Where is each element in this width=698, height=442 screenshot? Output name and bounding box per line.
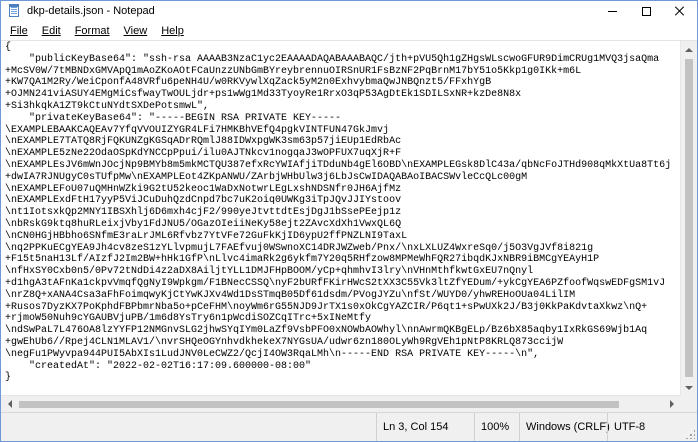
text-line: +rjmoW50Nuh9cYGAUBVjuPB/1m6d8YsTry6n1pWc… <box>5 313 372 325</box>
arrow-down-icon <box>685 385 693 390</box>
text-line: \nEXAMPLEFoU07uQMHnWZki9G2tU52keoc1WaDxN… <box>5 183 402 195</box>
menu-view[interactable]: View <box>117 22 155 40</box>
minimize-icon <box>607 10 617 12</box>
status-bar: Ln 3, Col 154 100% Windows (CRLF) UTF-8 <box>1 412 697 441</box>
cursor-position: Ln 3, Col 154 <box>376 413 474 441</box>
arrow-right-icon <box>669 400 674 408</box>
text-line: \nq2PPKuECgYEA9Jh4cv8zeS1zYLlvpmujL7FAEf… <box>5 242 594 254</box>
notepad-window: dkp-details.json - Notepad File Edit For… <box>0 0 698 442</box>
text-line: \negFu1PWyvpa944PUI5AbXIs1LudJNV0LeCWZ2/… <box>5 348 540 360</box>
text-line: \EXAMPLEBAAKCAQEAv7YfqVVOUIZYGR4LFi7HMKB… <box>5 124 390 136</box>
scroll-up-button[interactable] <box>681 41 697 58</box>
maximize-button[interactable] <box>629 1 663 21</box>
text-line: +KW7QA1M2Ry/WeiCponfA48VRfu6peNH4U/w0RKV… <box>5 77 492 89</box>
horizontal-scroll-thumb[interactable] <box>19 401 619 408</box>
text-line: "privateKeyBase64": "-----BEGIN RSA PRIV… <box>5 112 342 124</box>
close-button[interactable] <box>663 1 697 21</box>
text-line: +gwEhUb6//Rpej4CLN1MLAV1/\nvrSHQeOGYnhvd… <box>5 336 564 348</box>
text-line: +F15t5naH13Lf/AIzfJ2Im2BW+hHk1GfP\nLlvc4… <box>5 254 600 266</box>
arrow-left-icon <box>7 400 12 408</box>
menu-help-label: Help <box>161 25 184 37</box>
text-line: \nrZ8Q+xANA4Csa3aFhFoimqwyKjCtYwKJXv4Wd1… <box>5 289 576 301</box>
menu-format-label: Format <box>74 25 110 37</box>
text-line: { <box>5 42 12 53</box>
text-line: \nEXAMPLE5zNe22OdaOSpKdYNCCpPpui/ilu0AJT… <box>5 148 402 160</box>
menu-file[interactable]: File <box>3 22 35 40</box>
text-line: \nfHxSY0Cxb0n5/0Pv72tNdDi4z2aDX8AiljtYLL… <box>5 266 534 278</box>
text-line: \nCN0HGjHBbho6SNfmE3raLrJML6Rfvbz7YtVFe7… <box>5 230 408 242</box>
text-line: +McSV0W/7tMBNDxGMVApQ1mAoZKoAOtFCaUnzzUN… <box>5 65 582 77</box>
menu-file-label: File <box>10 25 28 37</box>
window-controls <box>595 1 697 21</box>
zoom-level: 100% <box>474 413 519 441</box>
text-line: +d1hgA3tAFnKa1ckpvVmqfQgNyI9Wpkgm/F1BNec… <box>5 277 666 289</box>
text-line: +Si3hkqkA1ZT9kCtuNYdtSXDePotsmwL", <box>5 100 210 112</box>
menu-bar: File Edit Format View Help <box>1 22 697 40</box>
text-line: "publicKeyBase64": "ssh-rsa AAAAB3NzaC1y… <box>5 53 660 65</box>
vertical-scrollbar[interactable] <box>680 41 697 396</box>
scroll-down-button[interactable] <box>681 379 697 396</box>
vertical-scroll-thumb[interactable] <box>685 59 693 377</box>
text-line: \nEXAMPLE7TATQ8RjFQKUNZgKGSqADrRQmlJ88ID… <box>5 136 402 148</box>
text-area[interactable]: { "publicKeyBase64": "ssh-rsa AAAAB3NzaC… <box>1 41 680 396</box>
editor: { "publicKeyBase64": "ssh-rsa AAAAB3NzaC… <box>1 40 697 396</box>
scrollbar-corner <box>680 395 697 412</box>
close-icon <box>675 6 685 16</box>
title-bar[interactable]: dkp-details.json - Notepad <box>1 1 697 21</box>
text-line: +dwIA7RJNUgyC0sTUfpMw\nEXAMPLEot4ZKpANWU… <box>5 171 528 183</box>
text-line: \nt1IotsxkQp2MNY1IBSXhlj6D6mxh4cjF2/990y… <box>5 207 402 219</box>
scroll-right-button[interactable] <box>663 396 680 412</box>
text-line: \nEXAMPLEsJV6mWnJOcjNp9BMYb8m5mkMCTQU387… <box>5 159 672 171</box>
text-line: \nEXAMPLExdFtH17yyP5ViJCuDuhQzdCnpd7bc7u… <box>5 195 402 207</box>
arrow-up-icon <box>685 47 693 52</box>
encoding: UTF-8 <box>607 413 697 441</box>
line-ending: Windows (CRLF) <box>519 413 610 441</box>
menu-view-label: View <box>123 25 148 37</box>
menu-help[interactable]: Help <box>154 22 191 40</box>
menu-format[interactable]: Format <box>68 22 117 40</box>
text-line: \nbRskG9ktq8huRLeixjVby1FdJNU5/OGazOIeii… <box>5 218 402 230</box>
notepad-icon <box>7 4 21 18</box>
text-line: +OJMN241viASUY4EMgMiCsfwayTwOULjdr+ps1wW… <box>5 89 522 101</box>
text-line: "createdAt": "2022-02-02T16:17:09.600000… <box>5 360 312 372</box>
horizontal-scrollbar[interactable] <box>1 395 680 412</box>
menu-edit-label: Edit <box>41 25 61 37</box>
window-title: dkp-details.json - Notepad <box>27 5 155 17</box>
maximize-icon <box>641 6 651 16</box>
scroll-left-button[interactable] <box>1 396 18 412</box>
menu-edit[interactable]: Edit <box>35 22 68 40</box>
text-line: } <box>5 372 12 384</box>
minimize-button[interactable] <box>595 1 629 21</box>
text-line: +Rusos7DyzKX7PoKphdFBPbmrNba5o+pCeFHM\no… <box>5 301 648 313</box>
text-line: \ndSwPaL7L476OA8lzYYFP12NMGnvSLG2jhwSYqI… <box>5 325 648 337</box>
